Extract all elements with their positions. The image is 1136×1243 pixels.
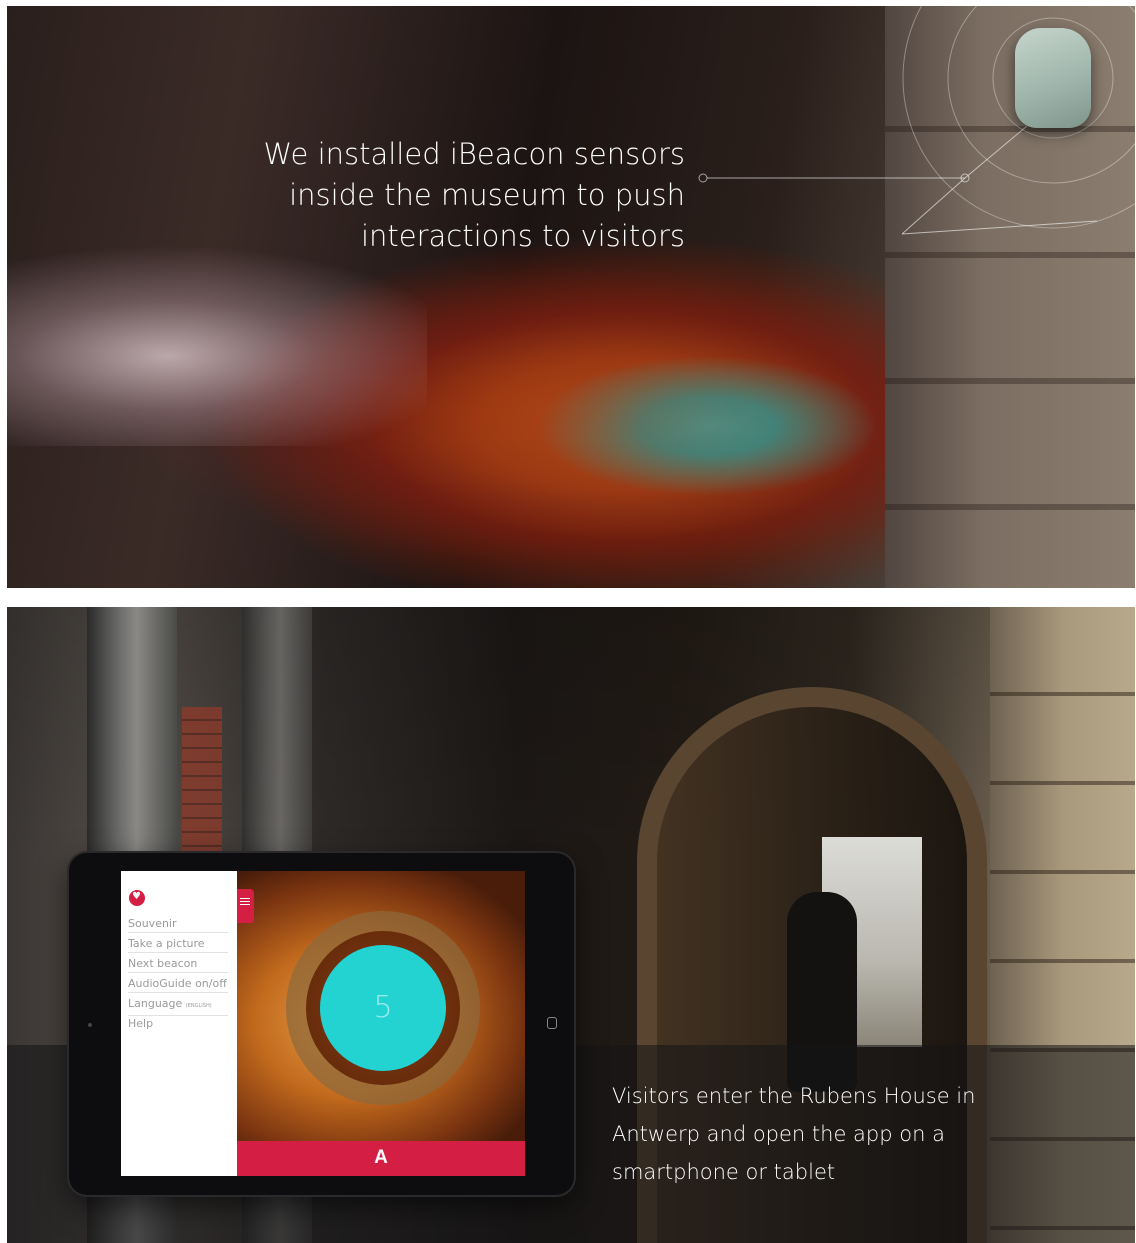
top-caption-line: interactions to visitors — [360, 219, 685, 253]
hamburger-icon — [240, 898, 250, 899]
app-screen: 5 ♥ Souvenir Take a picture Next beacon … — [121, 871, 525, 1176]
bottom-caption-line: Antwerp and open the app on a — [612, 1122, 945, 1146]
countdown-number: 5 — [373, 990, 393, 1025]
brand-bar: A — [237, 1141, 525, 1176]
antwerp-logo-icon: A — [374, 1147, 388, 1168]
menu-item-label: AudioGuide on/off — [128, 977, 227, 990]
brick-wall — [182, 707, 222, 867]
bottom-video-frame: Visitors enter the Rubens House in Antwe… — [7, 607, 1135, 1243]
heart-logo-icon: ♥ — [129, 890, 145, 906]
side-menu: ♥ Souvenir Take a picture Next beacon Au… — [121, 871, 237, 1176]
menu-item-label: Language — [128, 997, 183, 1010]
top-video-frame: We installed iBeacon sensors inside the … — [7, 6, 1135, 588]
menu-item-next-beacon[interactable]: Next beacon — [128, 957, 228, 973]
menu-item-souvenir[interactable]: Souvenir — [128, 917, 228, 933]
menu-item-help[interactable]: Help — [128, 1017, 228, 1032]
camera-icon — [88, 1023, 92, 1027]
bottom-caption-line: Visitors enter the Rubens House in — [612, 1084, 976, 1108]
menu-item-language[interactable]: Language (ENGLISH) — [128, 997, 228, 1016]
menu-item-label: Help — [128, 1017, 154, 1030]
top-caption-line: We installed iBeacon sensors — [263, 137, 685, 171]
top-caption-line: inside the museum to push — [289, 178, 685, 212]
top-caption: We installed iBeacon sensors inside the … — [165, 134, 685, 257]
home-button[interactable] — [547, 1017, 557, 1029]
ibeacon-sensor — [1015, 28, 1091, 128]
menu-item-audioguide[interactable]: AudioGuide on/off — [128, 977, 228, 993]
bottom-caption-line: smartphone or tablet — [612, 1160, 836, 1184]
menu-item-take-picture[interactable]: Take a picture — [128, 937, 228, 953]
tablet-device: 5 ♥ Souvenir Take a picture Next beacon … — [69, 853, 574, 1195]
bottom-caption: Visitors enter the Rubens House in Antwe… — [612, 1077, 1032, 1191]
menu-item-label: Next beacon — [128, 957, 198, 970]
beacon-signal-rings — [698, 6, 1135, 235]
menu-toggle-button[interactable] — [237, 889, 254, 923]
menu-item-label: Souvenir — [128, 917, 177, 930]
menu-item-label: Take a picture — [128, 937, 205, 950]
language-value: (ENGLISH) — [185, 1003, 212, 1009]
